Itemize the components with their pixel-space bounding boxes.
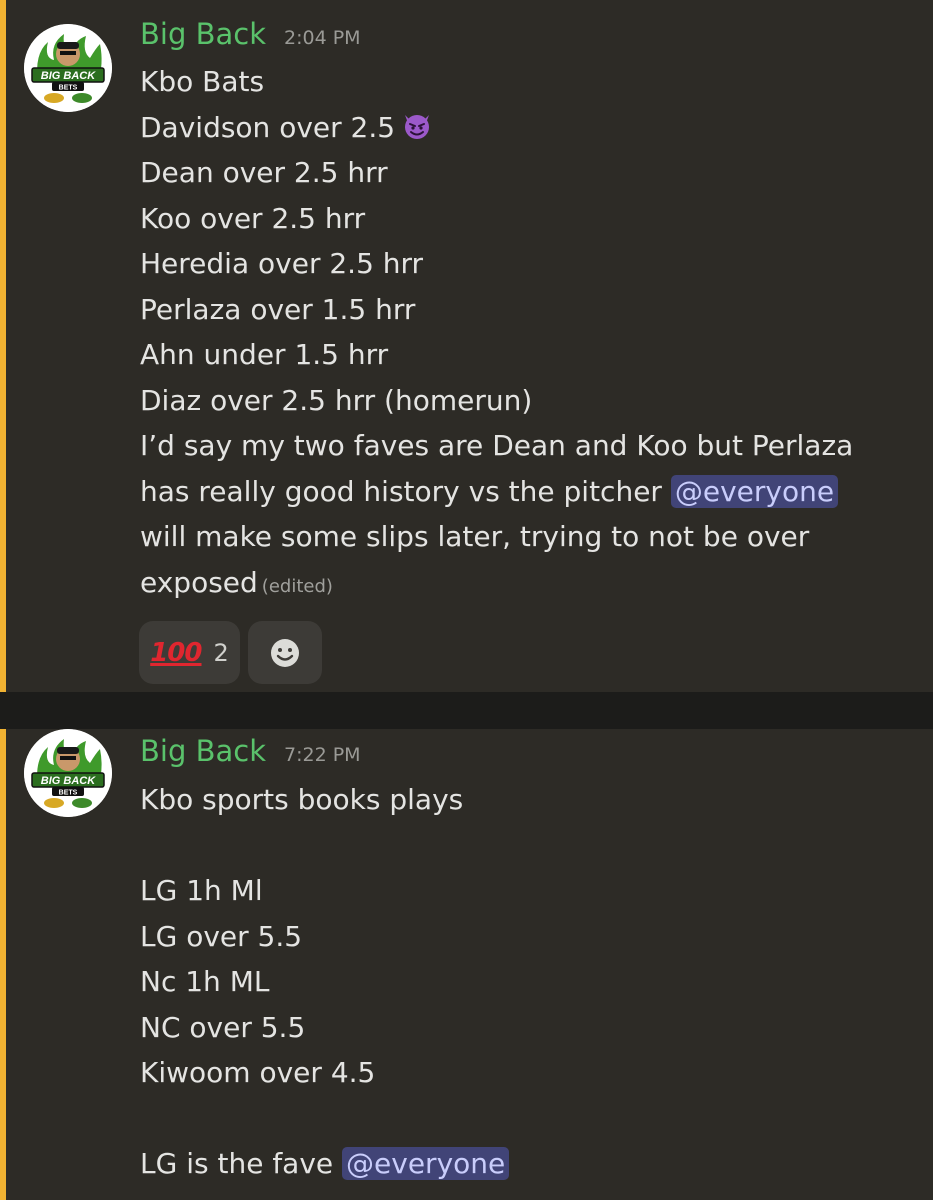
message-line: Davidson over 2.5: [140, 105, 900, 151]
message-line: NC over 5.5: [140, 1010, 306, 1044]
message-1: BIG BACK BETS Big Back 2:04 PM Kbo Bats …: [0, 0, 933, 692]
avatar-logo-text: BIG BACK: [41, 775, 96, 787]
big-back-bets-logo-icon: BIG BACK BETS: [24, 24, 112, 112]
message-line: exposed (edited): [140, 560, 900, 606]
everyone-mention[interactable]: @everyone: [342, 1147, 510, 1180]
message-2: BIG BACK BETS Big Back 7:22 PM Kbo sport…: [0, 729, 933, 1200]
message-header: Big Back 7:22 PM: [140, 734, 361, 768]
message-line: will make some slips later, trying to no…: [140, 520, 810, 553]
mention-highlight-bar: [0, 0, 6, 692]
avatar[interactable]: BIG BACK BETS: [24, 24, 112, 112]
add-reaction-smiley-icon: [271, 638, 299, 667]
message-line: LG 1h Ml: [140, 874, 263, 907]
reaction-count: 2: [213, 638, 229, 667]
message-line-text: has really good history vs the pitcher: [140, 474, 671, 508]
message-line: [140, 823, 900, 869]
message-line: Kbo sports books plays: [140, 783, 464, 816]
message-content: Kbo Bats Davidson over 2.5 Dean over 2.5…: [140, 59, 900, 605]
message-line: Perlaza over 1.5 hrr: [140, 292, 416, 326]
message-line: Kbo Bats: [140, 65, 265, 98]
message-header: Big Back 2:04 PM: [140, 17, 361, 51]
big-back-bets-logo-icon: BIG BACK BETS: [24, 729, 112, 817]
mention-highlight-bar: [0, 729, 6, 1200]
message-line: Dean over 2.5 hrr: [140, 156, 388, 189]
edited-label: (edited): [261, 575, 333, 597]
message-line-text: LG is the fave: [140, 1147, 343, 1180]
timestamp[interactable]: 2:04 PM: [284, 27, 361, 49]
reaction-bar: 100 2: [139, 621, 322, 684]
message-content: Kbo sports books plays LG 1h Ml LG over …: [140, 777, 900, 1187]
add-reaction-button[interactable]: [248, 621, 322, 684]
avatar[interactable]: BIG BACK BETS: [24, 729, 112, 817]
message-line: LG over 5.5: [140, 919, 303, 953]
avatar-logo-text: BIG BACK: [41, 70, 96, 82]
message-line: Nc 1h ML: [140, 965, 270, 998]
message-separator: [0, 692, 933, 729]
hundred-points-icon: 100: [150, 637, 202, 668]
message-line: has really good history vs the pitcher @…: [140, 469, 900, 515]
message-line: Heredia over 2.5 hrr: [140, 247, 424, 280]
username[interactable]: Big Back: [140, 17, 266, 51]
avatar-logo-subtext: BETS: [59, 790, 78, 797]
message-line-text: Davidson over 2.5: [140, 110, 396, 144]
timestamp[interactable]: 7:22 PM: [284, 744, 361, 766]
message-line-text: exposed: [140, 565, 258, 599]
hundred-reaction-button[interactable]: 100 2: [139, 621, 240, 684]
message-line: I’d say my two faves are Dean and Koo bu…: [140, 429, 854, 462]
message-line: Kiwoom over 4.5: [140, 1056, 376, 1089]
avatar-logo-subtext: BETS: [59, 85, 78, 92]
everyone-mention[interactable]: @everyone: [670, 474, 839, 508]
username[interactable]: Big Back: [140, 734, 266, 768]
message-line: Koo over 2.5 hrr: [140, 201, 366, 235]
smiling-devil-emoji-icon: [405, 114, 430, 139]
message-line: Ahn under 1.5 hrr: [140, 338, 389, 371]
message-line: Diaz over 2.5 hrr (homerun): [140, 383, 533, 417]
message-line: [140, 1096, 900, 1142]
message-line: LG is the fave @everyone: [140, 1141, 900, 1187]
